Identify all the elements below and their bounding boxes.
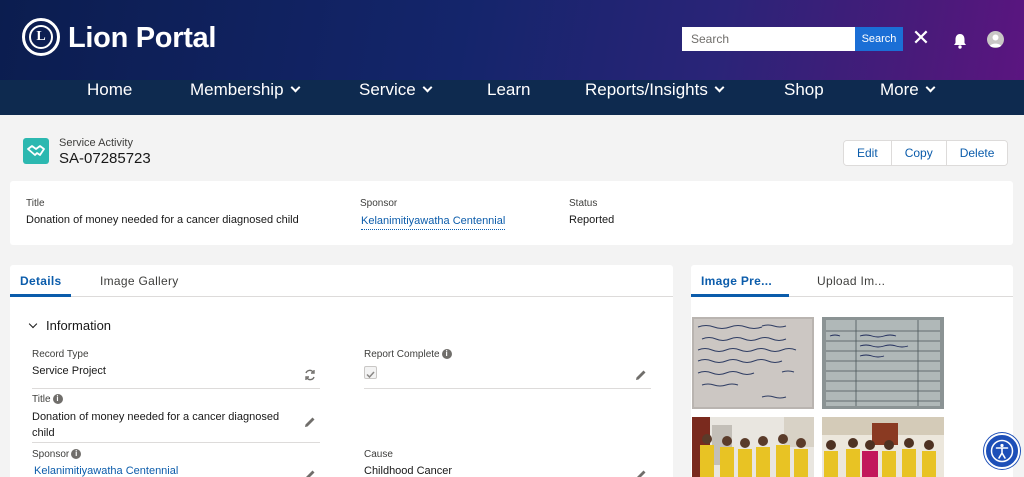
record-type-field-label: Record Type xyxy=(32,349,89,360)
sponsor-label: Sponsor xyxy=(360,198,398,209)
image-thumbnail[interactable] xyxy=(692,417,814,477)
image-tabs: Image Pre... Upload Im... xyxy=(691,265,1013,297)
chevron-down-icon xyxy=(422,82,433,93)
record-id: SA-07285723 xyxy=(59,150,151,167)
main-nav: Home Membership Service Learn Reports/In… xyxy=(0,80,1024,115)
search-button[interactable]: Search xyxy=(855,27,903,51)
bell-icon[interactable] xyxy=(951,32,969,50)
accessibility-icon xyxy=(990,439,1014,463)
user-icon xyxy=(989,34,1002,47)
change-record-type-icon[interactable] xyxy=(304,369,316,381)
tab-details[interactable]: Details xyxy=(10,265,72,297)
tab-upload-image[interactable]: Upload Im... xyxy=(817,265,885,297)
cause-field-label: Cause xyxy=(364,449,393,460)
cause-field-value: Childhood Cancer xyxy=(364,465,453,477)
nav-item-membership[interactable]: Membership xyxy=(190,80,300,115)
delete-button[interactable]: Delete xyxy=(946,141,1008,165)
status-value: Reported xyxy=(569,214,615,226)
tab-image-preview[interactable]: Image Pre... xyxy=(691,265,789,297)
nav-item-learn[interactable]: Learn xyxy=(487,80,530,115)
sponsor-field-label: Sponsor i xyxy=(32,449,82,460)
title-field-label: Title i xyxy=(32,394,63,405)
title-field-value-line1: Donation of money needed for a cancer di… xyxy=(32,411,280,423)
section-information[interactable]: Information xyxy=(28,318,111,333)
nav-item-service[interactable]: Service xyxy=(359,80,433,115)
field-divider xyxy=(32,388,320,389)
accessibility-button[interactable] xyxy=(984,433,1020,469)
record-actions: Edit Copy Delete xyxy=(843,140,1009,166)
image-thumbnail[interactable] xyxy=(692,317,814,409)
edit-button[interactable]: Edit xyxy=(844,141,892,165)
info-icon[interactable]: i xyxy=(441,349,452,359)
report-complete-checkbox[interactable] xyxy=(364,366,377,379)
report-complete-label: Report Complete i xyxy=(364,349,452,360)
edit-pencil-icon[interactable] xyxy=(635,369,647,381)
details-card: Details Image Gallery Information Record… xyxy=(10,265,673,477)
close-icon[interactable]: ✕ xyxy=(911,27,931,49)
record-type-field-value: Service Project xyxy=(32,365,106,377)
info-icon[interactable]: i xyxy=(52,394,63,404)
sponsor-link[interactable]: Kelanimitiyawatha Centennial xyxy=(361,215,506,230)
chevron-down-icon xyxy=(28,319,38,329)
chevron-down-icon xyxy=(290,82,300,93)
check-icon xyxy=(366,371,375,379)
search-input[interactable] xyxy=(682,27,855,51)
nav-item-reports-insights[interactable]: Reports/Insights xyxy=(585,80,725,115)
info-icon[interactable]: i xyxy=(71,449,82,459)
edit-pencil-icon[interactable] xyxy=(304,469,316,477)
nav-item-more[interactable]: More xyxy=(880,80,936,115)
edit-pencil-icon[interactable] xyxy=(304,416,316,428)
tab-image-gallery[interactable]: Image Gallery xyxy=(100,265,179,297)
title-field-value-line2: child xyxy=(32,427,55,439)
portal-header: L Lion Portal Search ✕ xyxy=(0,0,1024,80)
chevron-down-icon xyxy=(714,82,725,93)
nav-item-shop[interactable]: Shop xyxy=(784,80,824,115)
field-divider xyxy=(32,442,320,443)
copy-button[interactable]: Copy xyxy=(891,141,947,165)
status-label: Status xyxy=(569,198,598,209)
record-type-label: Service Activity xyxy=(59,137,133,149)
image-thumbnail[interactable] xyxy=(822,417,944,477)
handshake-icon xyxy=(23,138,49,164)
field-divider xyxy=(364,388,651,389)
lions-logo-icon[interactable]: L xyxy=(22,18,60,56)
nav-item-home[interactable]: Home xyxy=(87,80,132,115)
logo-letter: L xyxy=(29,25,53,49)
edit-pencil-icon[interactable] xyxy=(635,469,647,477)
sponsor-field-link[interactable]: Kelanimitiyawatha Centennial xyxy=(34,463,178,477)
chevron-down-icon xyxy=(925,82,936,93)
image-thumbnail[interactable] xyxy=(822,317,944,409)
image-preview-card: Image Pre... Upload Im... xyxy=(691,265,1013,477)
highlights-panel: Title Donation of money needed for a can… xyxy=(10,181,1013,245)
title-value: Donation of money needed for a cancer di… xyxy=(26,214,299,226)
details-tabs: Details Image Gallery xyxy=(10,265,673,297)
brand-title[interactable]: Lion Portal xyxy=(68,22,216,55)
title-label: Title xyxy=(26,198,45,209)
user-avatar[interactable] xyxy=(987,31,1004,48)
